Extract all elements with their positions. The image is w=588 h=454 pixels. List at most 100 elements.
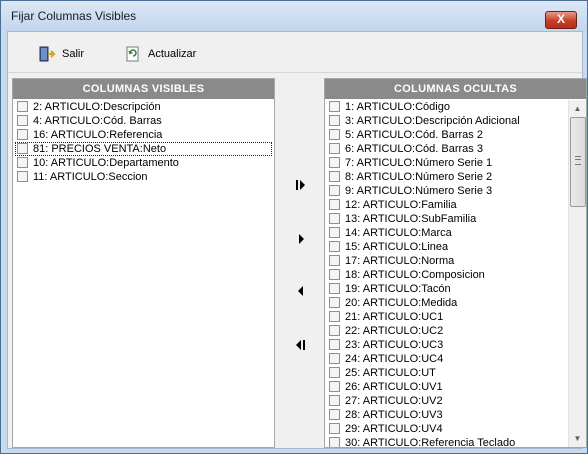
checkbox[interactable] xyxy=(329,338,340,350)
list-item-label: 3: ARTICULO:Descripción Adicional xyxy=(345,115,520,128)
list-item-label: 10: ARTICULO:Departamento xyxy=(33,157,179,170)
list-item[interactable]: 21: ARTICULO:UC1 xyxy=(327,310,566,324)
list-item-label: 17: ARTICULO:Norma xyxy=(345,255,455,268)
checkbox[interactable] xyxy=(329,170,340,182)
list-item-label: 2: ARTICULO:Descripción xyxy=(33,101,161,114)
list-item-label: 29: ARTICULO:UV4 xyxy=(345,423,443,436)
list-item[interactable]: 7: ARTICULO:Número Serie 1 xyxy=(327,156,566,170)
list-item[interactable]: 10: ARTICULO:Departamento xyxy=(15,156,272,170)
list-item[interactable]: 19: ARTICULO:Tacón xyxy=(327,282,566,296)
scroll-up-arrow-icon[interactable]: ▲ xyxy=(569,100,586,117)
checkbox[interactable] xyxy=(329,310,340,322)
move-left-button[interactable] xyxy=(291,282,311,300)
close-button[interactable]: X xyxy=(545,11,577,29)
list-item[interactable]: 25: ARTICULO:UT xyxy=(327,366,566,380)
list-item[interactable]: 1: ARTICULO:Código xyxy=(327,100,566,114)
list-item[interactable]: 3: ARTICULO:Descripción Adicional xyxy=(327,114,566,128)
visible-columns-list[interactable]: 2: ARTICULO:Descripción 4: ARTICULO:Cód. … xyxy=(13,100,274,447)
list-item[interactable]: 23: ARTICULO:UC3 xyxy=(327,338,566,352)
window-title: Fijar Columnas Visibles xyxy=(11,9,137,23)
list-item[interactable]: 81: PRECIOS VENTA:Neto xyxy=(15,142,272,156)
hidden-columns-header: COLUMNAS OCULTAS xyxy=(325,79,586,99)
list-item-label: 21: ARTICULO:UC1 xyxy=(345,311,444,324)
list-item[interactable]: 6: ARTICULO:Cód. Barras 3 xyxy=(327,142,566,156)
checkbox[interactable] xyxy=(329,352,340,364)
list-item-label: 24: ARTICULO:UC4 xyxy=(345,353,444,366)
list-item[interactable]: 8: ARTICULO:Número Serie 2 xyxy=(327,170,566,184)
list-item[interactable]: 11: ARTICULO:Seccion xyxy=(15,170,272,184)
checkbox[interactable] xyxy=(329,184,340,196)
list-item[interactable]: 24: ARTICULO:UC4 xyxy=(327,352,566,366)
checkbox[interactable] xyxy=(329,380,340,392)
list-item[interactable]: 16: ARTICULO:Referencia xyxy=(15,128,272,142)
move-left-icon xyxy=(298,286,303,296)
refresh-icon xyxy=(124,45,142,63)
list-item[interactable]: 13: ARTICULO:SubFamilia xyxy=(327,212,566,226)
list-item[interactable]: 27: ARTICULO:UV2 xyxy=(327,394,566,408)
grip-icon xyxy=(575,156,581,165)
list-item-label: 6: ARTICULO:Cód. Barras 3 xyxy=(345,143,483,156)
checkbox[interactable] xyxy=(329,366,340,378)
salir-button[interactable]: Salir xyxy=(38,44,84,64)
move-right-button[interactable] xyxy=(291,230,311,248)
list-item[interactable]: 30: ARTICULO:Referencia Teclado xyxy=(327,436,566,447)
list-item-label: 9: ARTICULO:Número Serie 3 xyxy=(345,185,493,198)
hidden-columns-list[interactable]: 1: ARTICULO:Código 3: ARTICULO:Descripció… xyxy=(325,100,568,447)
list-item[interactable]: 17: ARTICULO:Norma xyxy=(327,254,566,268)
list-item[interactable]: 28: ARTICULO:UV3 xyxy=(327,408,566,422)
list-item[interactable]: 12: ARTICULO:Familia xyxy=(327,198,566,212)
list-item[interactable]: 18: ARTICULO:Composicion xyxy=(327,268,566,282)
checkbox[interactable] xyxy=(329,422,340,434)
list-item[interactable]: 4: ARTICULO:Cód. Barras xyxy=(15,114,272,128)
checkbox[interactable] xyxy=(329,254,340,266)
salir-label: Salir xyxy=(62,48,85,60)
checkbox[interactable] xyxy=(329,282,340,294)
checkbox[interactable] xyxy=(329,296,340,308)
list-item-label: 30: ARTICULO:Referencia Teclado xyxy=(345,437,516,447)
list-item[interactable]: 26: ARTICULO:UV1 xyxy=(327,380,566,394)
list-item-label: 20: ARTICULO:Medida xyxy=(345,297,458,310)
checkbox[interactable] xyxy=(329,408,340,420)
checkbox[interactable] xyxy=(17,114,28,126)
checkbox[interactable] xyxy=(329,324,340,336)
hidden-columns-scrollbar[interactable]: ▲ ▼ xyxy=(568,100,586,447)
list-item[interactable]: 9: ARTICULO:Número Serie 3 xyxy=(327,184,566,198)
list-item-label: 8: ARTICULO:Número Serie 2 xyxy=(345,171,493,184)
checkbox[interactable] xyxy=(17,156,28,168)
scroll-down-arrow-icon[interactable]: ▼ xyxy=(569,430,586,447)
checkbox[interactable] xyxy=(329,128,340,140)
title-bar[interactable]: Fijar Columnas Visibles X xyxy=(1,1,587,31)
checkbox[interactable] xyxy=(329,212,340,224)
checkbox[interactable] xyxy=(329,226,340,238)
list-item-label: 7: ARTICULO:Número Serie 1 xyxy=(345,157,493,170)
move-all-right-button[interactable] xyxy=(291,176,311,194)
checkbox[interactable] xyxy=(329,198,340,210)
checkbox[interactable] xyxy=(329,142,340,154)
list-item[interactable]: 2: ARTICULO:Descripción xyxy=(15,100,272,114)
list-item[interactable]: 29: ARTICULO:UV4 xyxy=(327,422,566,436)
checkbox[interactable] xyxy=(17,170,28,182)
checkbox[interactable] xyxy=(17,142,28,154)
list-item[interactable]: 20: ARTICULO:Medida xyxy=(327,296,566,310)
checkbox[interactable] xyxy=(329,114,340,126)
visible-columns-panel: COLUMNAS VISIBLES 2: ARTICULO:Descripció… xyxy=(12,78,275,448)
checkbox[interactable] xyxy=(329,100,340,112)
checkbox[interactable] xyxy=(329,156,340,168)
checkbox[interactable] xyxy=(329,268,340,280)
checkbox[interactable] xyxy=(329,394,340,406)
move-all-left-button[interactable] xyxy=(291,336,311,354)
list-item-label: 26: ARTICULO:UV1 xyxy=(345,381,443,394)
dialog-body: Salir Actualizar COLUMNAS VISIBLES 2: AR… xyxy=(7,31,587,449)
scroll-thumb[interactable] xyxy=(570,117,586,207)
exit-door-icon xyxy=(38,45,56,63)
actualizar-button[interactable]: Actualizar xyxy=(124,44,196,64)
checkbox[interactable] xyxy=(17,100,28,112)
list-item[interactable]: 5: ARTICULO:Cód. Barras 2 xyxy=(327,128,566,142)
checkbox[interactable] xyxy=(329,436,340,447)
list-item-label: 13: ARTICULO:SubFamilia xyxy=(345,213,477,226)
checkbox[interactable] xyxy=(329,240,340,252)
list-item[interactable]: 15: ARTICULO:Linea xyxy=(327,240,566,254)
list-item[interactable]: 22: ARTICULO:UC2 xyxy=(327,324,566,338)
list-item[interactable]: 14: ARTICULO:Marca xyxy=(327,226,566,240)
checkbox[interactable] xyxy=(17,128,28,140)
